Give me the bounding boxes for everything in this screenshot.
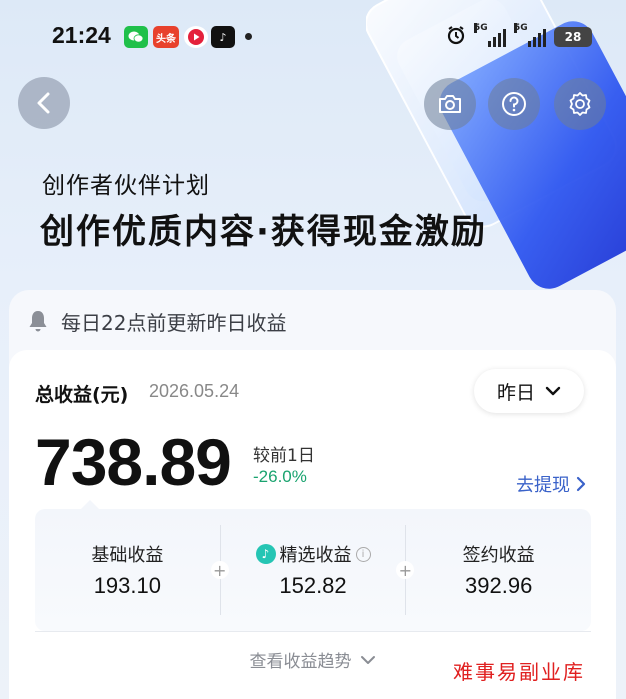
total-earnings-label: 总收益(元) <box>35 384 129 406</box>
date-range-label: 昨日 <box>496 381 535 404</box>
compare-value: -26.0% <box>253 467 307 486</box>
back-button[interactable] <box>18 77 70 129</box>
separator: + <box>396 525 415 615</box>
help-icon <box>502 92 526 116</box>
earnings-breakdown: 基础收益 193.10 + ♪ 精选收益 i 152.82 + 签约收益 392… <box>35 509 591 631</box>
plus-icon: + <box>396 561 415 580</box>
signed-earnings-label: 签约收益 <box>462 545 535 566</box>
camera-button[interactable] <box>424 78 476 130</box>
toutiao-icon: 头条 <box>153 26 179 48</box>
status-time: 21:24 <box>52 22 111 48</box>
signed-earnings-value: 392.96 <box>465 573 533 598</box>
basic-earnings-value: 193.10 <box>93 573 161 598</box>
chevron-right-icon <box>576 476 586 492</box>
plan-title: 创作者伙伴计划 <box>42 173 210 199</box>
pointer-triangle <box>81 500 99 509</box>
status-bar: 21:24 头条 ♪ 5G 5G 28 <box>0 0 626 74</box>
help-button[interactable] <box>488 78 540 130</box>
bell-icon <box>29 311 47 332</box>
earnings-panel: 总收益(元) 2026.05.24 昨日 738.89 较前1日 -26.0% … <box>9 350 616 699</box>
earnings-card: 每日22点前更新昨日收益 总收益(元) 2026.05.24 昨日 738.89… <box>9 290 616 699</box>
trend-label: 查看收益趋势 <box>249 652 352 672</box>
wechat-icon <box>124 26 148 48</box>
compare-label: 较前1日 <box>253 446 315 466</box>
info-icon[interactable]: i <box>355 546 371 562</box>
date-range-dropdown[interactable]: 昨日 <box>474 369 584 413</box>
notification-dot <box>245 33 252 40</box>
signal-icon-2: 5G <box>514 23 546 47</box>
withdraw-link[interactable]: 去提现 <box>516 471 586 497</box>
watermark-text: 难事易副业库 <box>453 660 585 684</box>
plan-slogan: 创作优质内容·获得现金激励 <box>40 212 487 252</box>
plus-icon: + <box>210 561 229 580</box>
camera-icon <box>439 95 461 113</box>
total-earnings-value: 738.89 <box>35 425 232 499</box>
gear-icon <box>569 92 591 116</box>
chevron-left-icon <box>37 92 50 114</box>
battery-icon: 28 <box>554 27 592 47</box>
video-app-icon <box>184 26 208 48</box>
divider <box>35 631 591 632</box>
settings-button[interactable] <box>554 78 606 130</box>
update-notice: 每日22点前更新昨日收益 <box>9 290 616 352</box>
breakdown-signed[interactable]: 签约收益 392.96 <box>406 541 591 599</box>
basic-earnings-label: 基础收益 <box>91 545 164 566</box>
earnings-date: 2026.05.24 <box>149 381 240 401</box>
featured-earnings-label: 精选收益 <box>279 545 352 566</box>
breakdown-basic[interactable]: 基础收益 193.10 <box>35 541 220 599</box>
withdraw-label: 去提现 <box>516 475 570 496</box>
chevron-down-icon <box>545 386 561 396</box>
tiktok-icon: ♪ <box>255 544 276 564</box>
tiktok-icon: ♪ <box>211 26 235 48</box>
breakdown-featured[interactable]: ♪ 精选收益 i 152.82 <box>221 541 406 599</box>
notice-text: 每日22点前更新昨日收益 <box>61 310 287 335</box>
featured-earnings-value: 152.82 <box>279 573 347 598</box>
separator: + <box>210 525 229 615</box>
alarm-icon <box>446 25 466 50</box>
chevron-down-icon <box>360 655 375 664</box>
signal-icon: 5G <box>474 23 506 47</box>
